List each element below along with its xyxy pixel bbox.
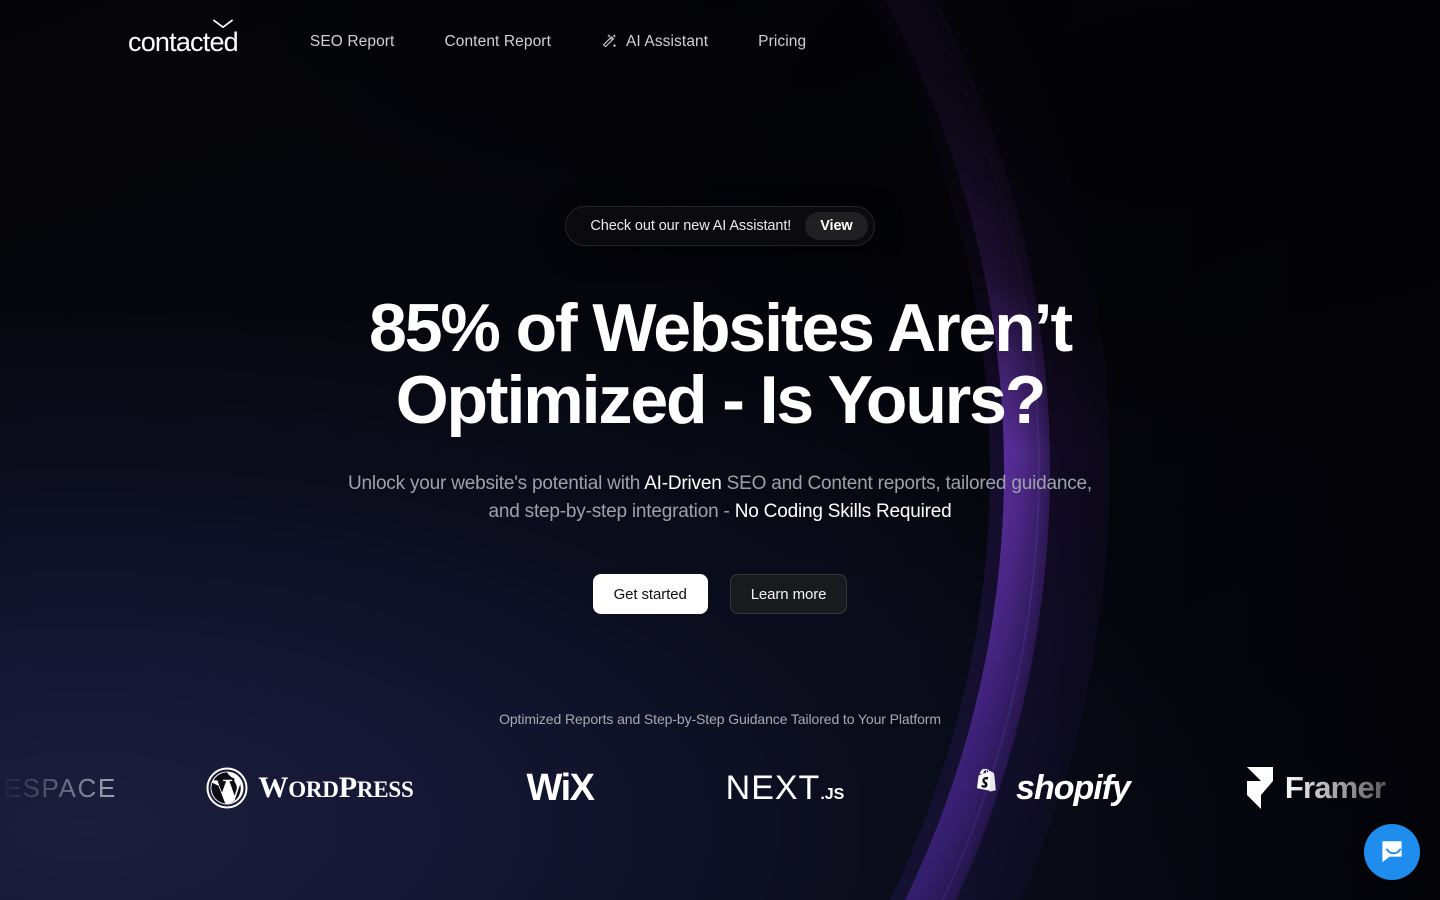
platform-logo-wordpress[interactable]: WORDPRESS: [160, 753, 460, 823]
platform-wordmark-suffix: .JS: [820, 785, 845, 803]
platform-wordmark: shopify: [1016, 768, 1131, 807]
brand-logo-text: contacted: [128, 26, 239, 57]
nav-item-label: AI Assistant: [625, 33, 709, 50]
platform-logo-nextjs[interactable]: NEXT.JS: [660, 753, 910, 823]
framer-icon: [1246, 767, 1273, 810]
platform-logo-framer[interactable]: Framer: [1190, 753, 1440, 823]
nav-item-label: Pricing: [758, 33, 807, 50]
platforms-section: Optimized Reports and Step-by-Step Guida…: [0, 711, 1440, 823]
nav-item-label: SEO Report: [309, 33, 395, 50]
hero-subheading: Unlock your website's potential with AI-…: [340, 470, 1100, 526]
headline-line-1: 85% of Websites Aren’t: [369, 290, 1073, 366]
get-started-button[interactable]: Get started: [592, 574, 708, 615]
announcement-banner[interactable]: Check out our new AI Assistant! View: [565, 206, 875, 246]
subhead-part-1: Unlock your website's potential with: [348, 473, 645, 495]
platform-wordmark-main: NEXT: [725, 768, 821, 807]
hero-cta-row: Get started Learn more: [0, 574, 1440, 615]
marquee-track: SQUARESPACE WORDPRESS WiX: [0, 753, 1386, 823]
subhead-highlight-no-coding: No Coding Skills Required: [734, 501, 952, 523]
headline-line-2: Optimized - Is Yours?: [395, 362, 1047, 439]
chat-launcher-button[interactable]: [1364, 824, 1420, 880]
nav-item-seo-report[interactable]: SEO Report: [310, 33, 395, 51]
platform-wordmark: WiX: [526, 766, 595, 809]
shopify-bag-icon: [977, 769, 996, 792]
smile-chevron-icon: [213, 19, 233, 28]
announcement-view-button[interactable]: View: [805, 212, 868, 240]
nav-item-ai-assistant[interactable]: AI Assistant: [601, 33, 708, 51]
subhead-highlight-ai-driven: AI-Driven: [644, 473, 722, 495]
platform-wordmark: Framer: [1284, 770, 1386, 806]
platform-wordmark: SQUARESPACE: [0, 772, 117, 803]
brand-logo[interactable]: contacted: [128, 19, 239, 57]
platform-wordmark: NEXT.JS: [726, 769, 845, 808]
platform-logo-marquee[interactable]: SQUARESPACE WORDPRESS WiX: [0, 753, 1440, 823]
nav-links: SEO Report Content Report AI Assistant P…: [310, 33, 806, 51]
learn-more-button[interactable]: Learn more: [729, 574, 848, 615]
nav-item-pricing[interactable]: Pricing: [758, 33, 806, 51]
platform-logo-wix[interactable]: WiX: [460, 753, 660, 823]
chat-bubble-smile-icon: [1382, 841, 1402, 863]
wordpress-icon: [206, 767, 248, 809]
announcement-text: Check out our new AI Assistant!: [590, 218, 792, 234]
top-navigation-bar: contacted SEO Report Content Report AI A…: [0, 0, 1440, 84]
platform-logo-shopify[interactable]: shopify: [910, 753, 1190, 823]
nav-item-label: Content Report: [444, 33, 551, 50]
platforms-caption: Optimized Reports and Step-by-Step Guida…: [499, 711, 941, 728]
nav-item-content-report[interactable]: Content Report: [444, 33, 551, 51]
platform-wordmark: WORDPRESS: [258, 771, 414, 805]
page-title: 85% of Websites Aren’t Optimized - Is Yo…: [0, 292, 1440, 436]
hero-section: Check out our new AI Assistant! View 85%…: [0, 84, 1440, 615]
platform-logo-squarespace[interactable]: SQUARESPACE: [0, 753, 160, 823]
magic-wand-icon: [603, 34, 616, 47]
landing-page: contacted SEO Report Content Report AI A…: [0, 0, 1440, 900]
